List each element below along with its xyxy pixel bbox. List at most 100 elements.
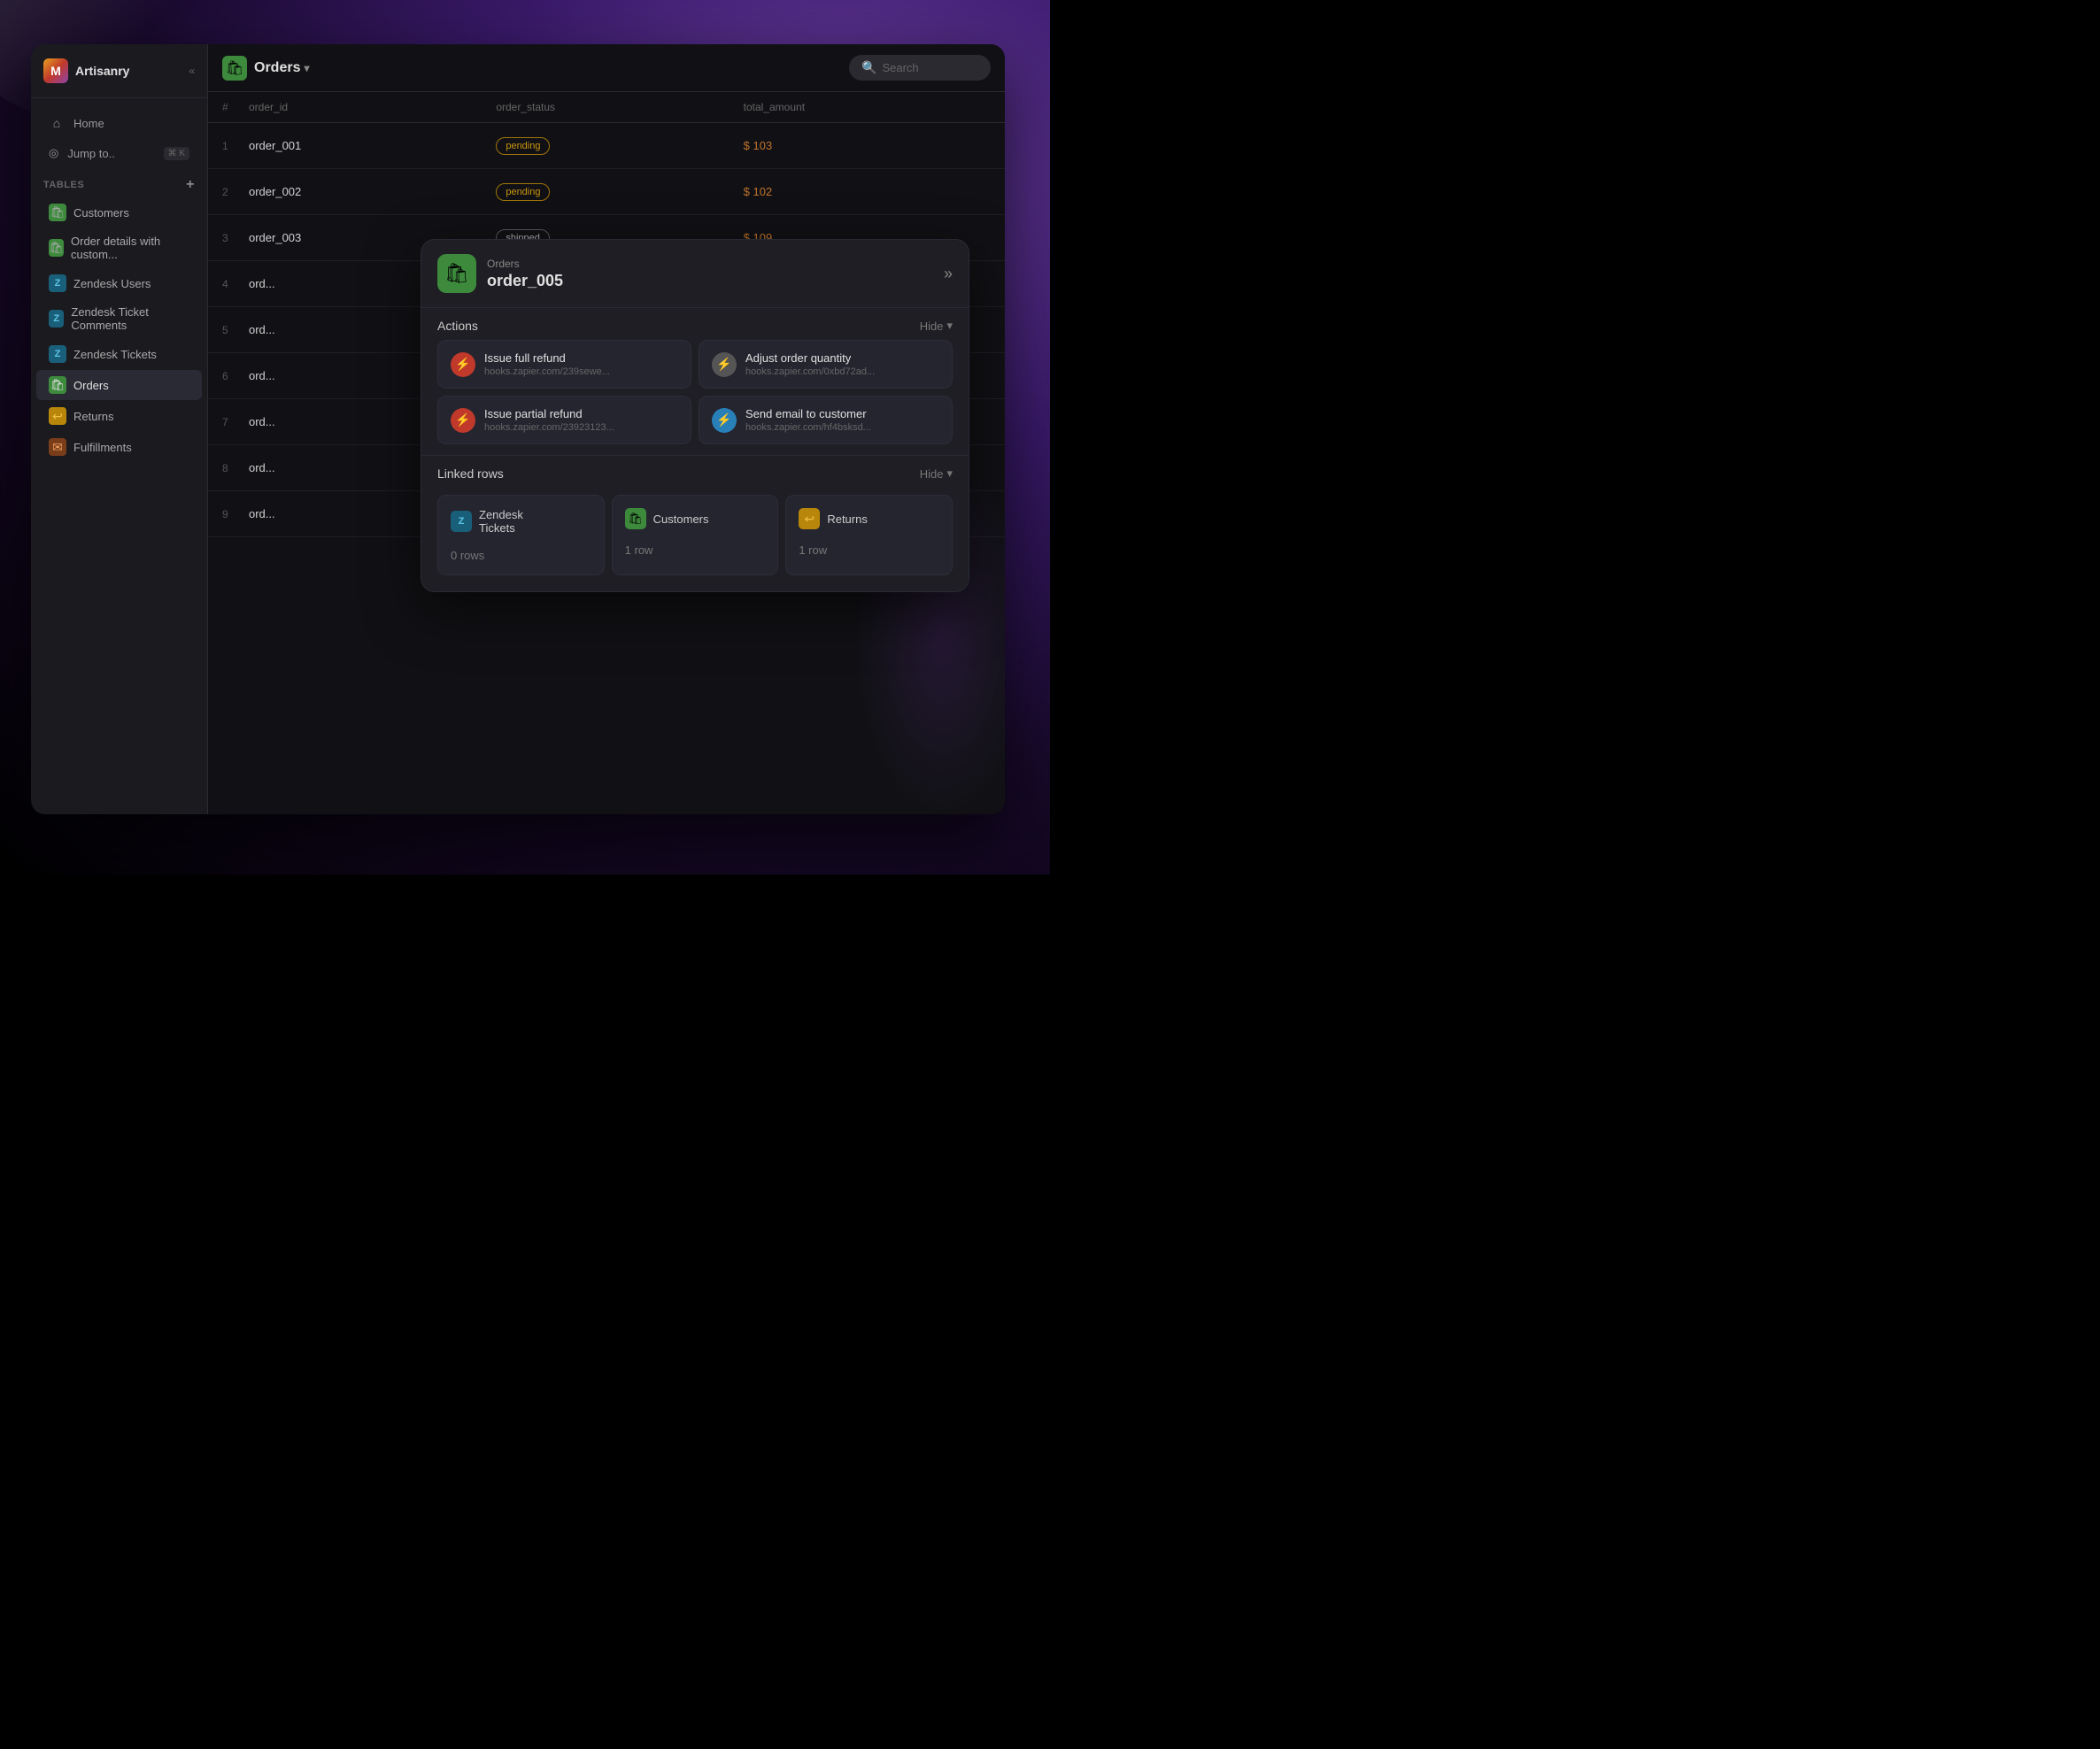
cell-status: pending bbox=[496, 183, 743, 201]
linked-returns-icon: ↩ bbox=[799, 508, 820, 529]
topbar-left: 🛍 Orders ▾ bbox=[222, 56, 310, 81]
brand-name: Artisanry bbox=[75, 64, 129, 78]
sidebar: M Artisanry « ⌂ Home ◎ Jump to.. ⌘ K Tab… bbox=[31, 44, 208, 814]
sidebar-item-zendesk-users[interactable]: Z Zendesk Users bbox=[36, 268, 202, 298]
action-url-adjust-quantity: hooks.zapier.com/0xbd72ad... bbox=[745, 366, 875, 377]
status-badge: pending bbox=[496, 183, 550, 201]
sidebar-item-jump-label: Jump to.. bbox=[67, 147, 114, 160]
th-order-id: order_id bbox=[249, 101, 496, 113]
action-full-refund[interactable]: ⚡ Issue full refund hooks.zapier.com/239… bbox=[437, 340, 691, 389]
add-table-button[interactable]: + bbox=[186, 177, 195, 193]
row-num: 4 bbox=[222, 278, 249, 290]
action-adjust-quantity[interactable]: ⚡ Adjust order quantity hooks.zapier.com… bbox=[699, 340, 953, 389]
sidebar-item-home[interactable]: ⌂ Home bbox=[36, 108, 202, 138]
popup-header-left: 🛍 Orders order_005 bbox=[437, 254, 563, 293]
action-icon-full-refund: ⚡ bbox=[451, 352, 475, 377]
search-icon: 🔍 bbox=[861, 60, 876, 75]
row-num: 5 bbox=[222, 324, 249, 336]
linked-rows-hide-button[interactable]: Hide ▾ bbox=[920, 466, 953, 481]
sidebar-item-zendesk-tickets[interactable]: Z Zendesk Tickets bbox=[36, 339, 202, 369]
home-icon: ⌂ bbox=[49, 115, 65, 131]
row-num: 2 bbox=[222, 186, 249, 198]
linked-customers-name: Customers bbox=[653, 512, 709, 526]
search-bar[interactable]: 🔍 Search bbox=[849, 55, 991, 81]
sidebar-item-returns[interactable]: ↩ Returns bbox=[36, 401, 202, 431]
linked-card-header: 🛍 Customers bbox=[625, 508, 766, 529]
sidebar-brand: M Artisanry bbox=[43, 58, 129, 83]
topbar: 🛍 Orders ▾ 🔍 Search bbox=[208, 44, 1005, 92]
zendesk-comments-icon: Z bbox=[49, 310, 64, 327]
linked-zendesk-count: 0 rows bbox=[451, 549, 591, 562]
tables-section-header: Tables + bbox=[31, 168, 207, 196]
sidebar-item-orders[interactable]: 🛍 Orders bbox=[36, 370, 202, 400]
orders-icon: 🛍 bbox=[49, 376, 66, 394]
linked-card-returns[interactable]: ↩ Returns 1 row bbox=[785, 495, 953, 575]
sidebar-item-home-label: Home bbox=[73, 117, 104, 130]
action-partial-refund[interactable]: ⚡ Issue partial refund hooks.zapier.com/… bbox=[437, 396, 691, 444]
cell-order-id: order_002 bbox=[249, 185, 496, 198]
linked-card-zendesk-tickets[interactable]: Z ZendeskTickets 0 rows bbox=[437, 495, 605, 575]
linked-returns-name: Returns bbox=[827, 512, 868, 526]
linked-rows-section: Linked rows Hide ▾ Z ZendeskTickets 0 ro… bbox=[421, 455, 969, 591]
popup-app-icon: 🛍 bbox=[437, 254, 476, 293]
actions-label: Actions bbox=[437, 319, 478, 333]
customers-icon: 🛍 bbox=[49, 204, 66, 221]
popup-expand-button[interactable]: » bbox=[944, 265, 953, 283]
linked-card-header: ↩ Returns bbox=[799, 508, 939, 529]
action-url-send-email: hooks.zapier.com/hf4bsksd... bbox=[745, 422, 871, 433]
actions-hide-button[interactable]: Hide ▾ bbox=[920, 319, 953, 333]
popup-header: 🛍 Orders order_005 » bbox=[421, 240, 969, 308]
status-badge: pending bbox=[496, 137, 550, 155]
zendesk-users-icon: Z bbox=[49, 274, 66, 292]
cell-amount: $ 103 bbox=[744, 139, 991, 152]
brand-icon: M bbox=[43, 58, 68, 83]
row-num: 6 bbox=[222, 370, 249, 382]
action-name-full-refund: Issue full refund bbox=[484, 351, 610, 365]
row-num: 3 bbox=[222, 232, 249, 244]
popup-record-name: order_005 bbox=[487, 272, 563, 290]
collapse-sidebar-button[interactable]: « bbox=[189, 65, 195, 77]
table-header: # order_id order_status total_amount bbox=[208, 92, 1005, 123]
sidebar-item-customers[interactable]: 🛍 Customers bbox=[36, 197, 202, 227]
linked-card-customers[interactable]: 🛍 Customers 1 row bbox=[612, 495, 779, 575]
table-row[interactable]: 1 order_001 pending $ 103 bbox=[208, 123, 1005, 169]
sidebar-item-fulfillments[interactable]: ✉ Fulfillments bbox=[36, 432, 202, 462]
linked-zendesk-icon: Z bbox=[451, 511, 472, 532]
actions-section-label: Actions Hide ▾ bbox=[421, 308, 969, 340]
action-url-partial-refund: hooks.zapier.com/23923123... bbox=[484, 422, 614, 433]
row-num: 9 bbox=[222, 508, 249, 520]
popup-title-group: Orders order_005 bbox=[487, 258, 563, 290]
action-name-adjust-quantity: Adjust order quantity bbox=[745, 351, 875, 365]
linked-rows-section-label: Linked rows Hide ▾ bbox=[421, 456, 969, 488]
row-num: 8 bbox=[222, 462, 249, 474]
linked-rows-grid: Z ZendeskTickets 0 rows 🛍 Customers 1 ro… bbox=[421, 488, 969, 591]
linked-rows-chevron: ▾ bbox=[946, 466, 953, 481]
order-details-icon: 🛍 bbox=[49, 239, 64, 257]
table-dropdown-button[interactable]: ▾ bbox=[304, 62, 309, 74]
sidebar-item-zendesk-ticket-comments[interactable]: Z Zendesk Ticket Comments bbox=[36, 299, 202, 338]
action-icon-send-email: ⚡ bbox=[712, 408, 737, 433]
actions-grid: ⚡ Issue full refund hooks.zapier.com/239… bbox=[421, 340, 969, 455]
action-icon-partial-refund: ⚡ bbox=[451, 408, 475, 433]
sidebar-item-order-details[interactable]: 🛍 Order details with custom... bbox=[36, 228, 202, 267]
action-send-email[interactable]: ⚡ Send email to customer hooks.zapier.co… bbox=[699, 396, 953, 444]
sidebar-nav: ⌂ Home ◎ Jump to.. ⌘ K Tables + 🛍 Custom… bbox=[31, 98, 207, 472]
fulfillments-icon: ✉ bbox=[49, 438, 66, 456]
th-total-amount: total_amount bbox=[744, 101, 991, 113]
zendesk-tickets-icon: Z bbox=[49, 345, 66, 363]
cell-order-id: order_001 bbox=[249, 139, 496, 152]
main-content: 🛍 Orders ▾ 🔍 Search # order_id order_sta… bbox=[208, 44, 1005, 814]
app-container: M Artisanry « ⌂ Home ◎ Jump to.. ⌘ K Tab… bbox=[31, 44, 1005, 814]
th-row-num: # bbox=[222, 101, 249, 113]
row-num: 1 bbox=[222, 140, 249, 152]
cell-status: pending bbox=[496, 137, 743, 155]
jump-shortcut: ⌘ K bbox=[164, 147, 189, 160]
th-order-status: order_status bbox=[496, 101, 743, 113]
action-url-full-refund: hooks.zapier.com/239sewe... bbox=[484, 366, 610, 377]
linked-zendesk-name: ZendeskTickets bbox=[479, 508, 523, 535]
sidebar-item-jump[interactable]: ◎ Jump to.. ⌘ K bbox=[36, 139, 202, 167]
sidebar-header: M Artisanry « bbox=[31, 44, 207, 98]
action-name-partial-refund: Issue partial refund bbox=[484, 407, 614, 420]
row-num: 7 bbox=[222, 416, 249, 428]
table-row[interactable]: 2 order_002 pending $ 102 bbox=[208, 169, 1005, 215]
